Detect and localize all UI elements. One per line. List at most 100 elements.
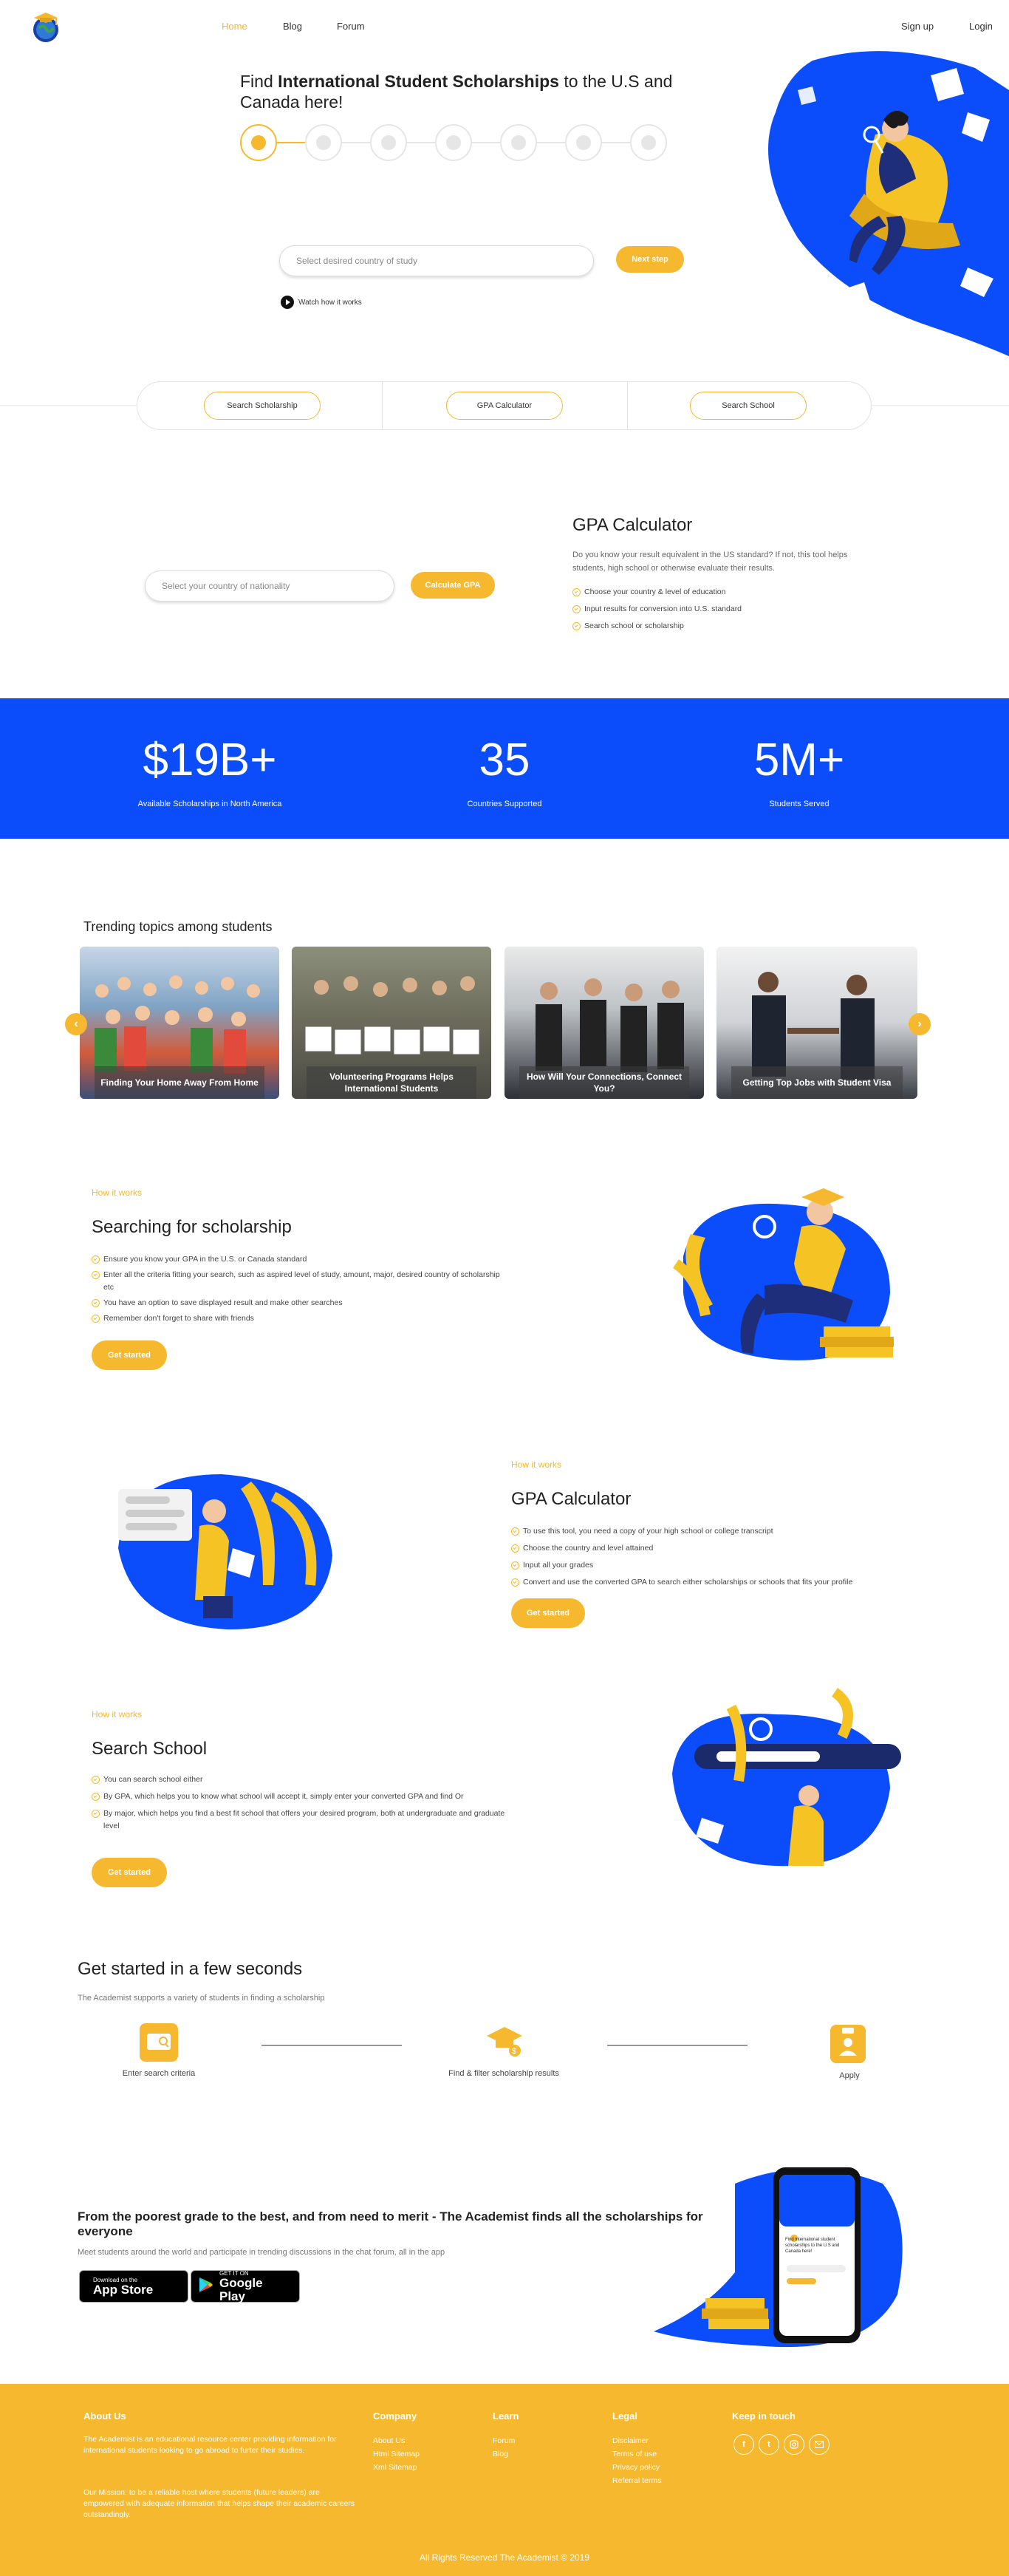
list-item: By GPA, which helps you to know what sch… — [92, 1790, 505, 1803]
calculate-gpa-button[interactable]: Calculate GPA — [411, 572, 495, 599]
signup-link[interactable]: Sign up — [901, 21, 934, 32]
svg-text:$: $ — [512, 2047, 516, 2056]
play-store-icon — [199, 2277, 213, 2297]
footer-link[interactable]: Forum — [493, 2434, 515, 2447]
footer-link[interactable]: About Us — [373, 2434, 420, 2447]
card-caption: Finding Your Home Away From Home — [95, 1066, 264, 1099]
school-search-illustration — [650, 1685, 905, 1877]
footer-link[interactable]: Blog — [493, 2447, 515, 2461]
how-it-works-label: How it works — [92, 1709, 143, 1720]
list-item: Input results for conversion into U.S. s… — [572, 603, 883, 616]
stat-label: Students Served — [769, 800, 830, 808]
trending-card[interactable]: Getting Top Jobs with Student Visa — [716, 947, 917, 1099]
tab-gpa-calculator[interactable]: GPA Calculator — [446, 392, 563, 420]
progress-steps — [240, 124, 668, 163]
stat-value: 35 — [479, 735, 530, 786]
footer-legal-title: Legal — [612, 2410, 637, 2422]
app-store-button[interactable]: Download on the App Store — [79, 2270, 188, 2303]
list-item: Choose the country and level attained — [511, 1542, 925, 1555]
footer-about-title: About Us — [83, 2410, 126, 2422]
get-started-subtitle: The Academist supports a variety of stud… — [78, 1994, 325, 2003]
card-caption: Getting Top Jobs with Student Visa — [731, 1066, 903, 1099]
list-item: Input all your grades — [511, 1559, 925, 1572]
hero-title: Find International Student Scholarships … — [240, 72, 673, 112]
footer-about-text: The Academist is an educational resource… — [83, 2435, 337, 2455]
step-label: Apply — [839, 2071, 860, 2080]
trending-card[interactable]: Volunteering Programs Helps Internationa… — [292, 947, 491, 1099]
footer-link[interactable]: Xml Sitemap — [373, 2461, 420, 2474]
step-3 — [370, 124, 407, 161]
footer-link[interactable]: Referral terms — [612, 2474, 662, 2487]
gpa-title: GPA Calculator — [572, 515, 693, 535]
watch-how-link[interactable]: Watch how it works — [281, 296, 362, 309]
tab-search-school[interactable]: Search School — [690, 392, 807, 420]
play-icon — [281, 296, 294, 309]
twitter-icon[interactable]: t — [759, 2434, 779, 2455]
list-item: By major, which helps you find a best fi… — [92, 1807, 505, 1833]
footer-learn-title: Learn — [493, 2410, 519, 2422]
login-link[interactable]: Login — [969, 21, 993, 32]
graduation-cap-icon: $ — [485, 2021, 524, 2059]
footer-link[interactable]: Disclaimer — [612, 2434, 662, 2447]
gpa-illustration — [103, 1452, 347, 1633]
stat-students: 5M+ Students Served — [688, 698, 910, 808]
trending-card[interactable]: How Will Your Connections, Connect You? — [504, 947, 704, 1099]
step-2 — [305, 124, 342, 161]
card-caption: How Will Your Connections, Connect You? — [519, 1066, 689, 1099]
next-step-button[interactable]: Next step — [616, 246, 684, 273]
footer-link[interactable]: Privacy policy — [612, 2461, 662, 2474]
nav-blog[interactable]: Blog — [283, 21, 302, 32]
nav-forum[interactable]: Forum — [337, 21, 365, 32]
how-it-works-label: How it works — [92, 1188, 143, 1198]
carousel-next-button[interactable]: › — [909, 1013, 931, 1035]
gpa-description: Do you know your result equivalent in th… — [572, 551, 848, 573]
email-icon[interactable] — [809, 2434, 830, 2455]
copyright: All Rights Reserved The Academist © 2019 — [419, 2552, 590, 2563]
list-item: Convert and use the converted GPA to sea… — [511, 1576, 925, 1589]
academist-logo[interactable] — [30, 9, 62, 44]
stat-value: $19B+ — [143, 735, 277, 786]
footer-link[interactable]: Html Sitemap — [373, 2447, 420, 2461]
get-started-button[interactable]: Get started — [92, 1858, 167, 1887]
footer-touch-title: Keep in touch — [732, 2410, 796, 2422]
footer-company-links: About Us Html Sitemap Xml Sitemap — [373, 2434, 420, 2474]
get-started-button[interactable]: Get started — [92, 1340, 167, 1370]
tab-search-scholarship[interactable]: Search Scholarship — [204, 392, 321, 420]
footer-legal-links: Disclaimer Terms of use Privacy policy R… — [612, 2434, 662, 2487]
google-play-button[interactable]: GET IT ON Google Play — [191, 2270, 300, 2303]
facebook-icon[interactable]: f — [733, 2434, 754, 2455]
app-promo-title: From the poorest grade to the best, and … — [78, 2209, 703, 2238]
footer-learn-links: Forum Blog — [493, 2434, 515, 2461]
list-item: To use this tool, you need a copy of you… — [511, 1525, 925, 1538]
list-item: Search school or scholarship — [572, 620, 883, 633]
stat-value: 5M+ — [753, 735, 845, 786]
trending-title: Trending topics among students — [83, 919, 273, 934]
get-started-title: Get started in a few seconds — [78, 1959, 303, 1979]
step-5 — [500, 124, 537, 161]
carousel-prev-button[interactable]: ‹ — [65, 1013, 87, 1035]
list-item: Remember don't forget to share with frie… — [92, 1312, 505, 1325]
clipboard-icon — [830, 2025, 866, 2063]
stats-banner: $19B+ Available Scholarships in North Am… — [0, 698, 1009, 839]
get-started-button[interactable]: Get started — [511, 1598, 585, 1628]
section-title: Searching for scholarship — [92, 1217, 292, 1237]
how-it-works-label: How it works — [511, 1459, 562, 1470]
phone-illustration: Find international student scholarships … — [646, 2161, 912, 2354]
step-4 — [435, 124, 472, 161]
footer-link[interactable]: Terms of use — [612, 2447, 662, 2461]
app-promo-subtitle: Meet students around the world and parti… — [78, 2248, 445, 2257]
trending-card[interactable]: Finding Your Home Away From Home — [80, 947, 279, 1099]
study-country-select[interactable]: Select desired country of study — [279, 245, 594, 276]
search-criteria-icon — [140, 2023, 178, 2062]
nav-home[interactable]: Home — [222, 21, 247, 32]
instagram-icon[interactable] — [784, 2434, 804, 2455]
phone-screen-text: Find international student scholarships … — [785, 2238, 840, 2254]
stat-label: Countries Supported — [467, 800, 542, 808]
hero-illustration — [753, 46, 1009, 356]
section-title: GPA Calculator — [511, 1489, 632, 1509]
steps-list: You can search school either By GPA, whi… — [92, 1773, 505, 1837]
list-item: Ensure you know your GPA in the U.S. or … — [92, 1253, 505, 1266]
stat-label: Available Scholarships in North America — [137, 800, 282, 808]
stat-countries: 35 Countries Supported — [394, 698, 615, 808]
nationality-select[interactable]: Select your country of nationality — [145, 570, 394, 602]
